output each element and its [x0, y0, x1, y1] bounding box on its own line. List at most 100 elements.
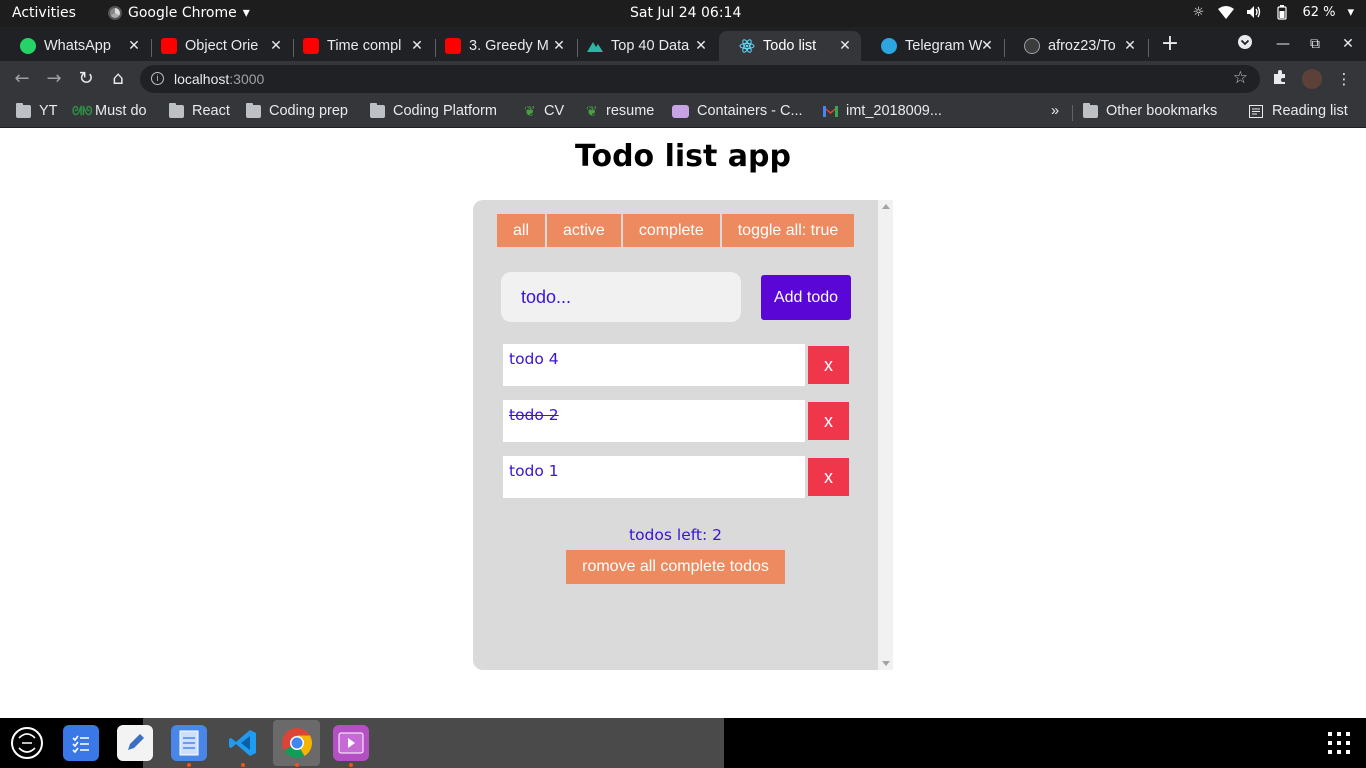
folder-icon — [169, 102, 184, 118]
filter-active-button[interactable]: active — [547, 214, 621, 247]
gnome-top-bar: Activities Google Chrome ▾ Sat Jul 24 06… — [0, 0, 1366, 27]
info-icon[interactable]: i — [151, 72, 164, 85]
filter-all-button[interactable]: all — [497, 214, 546, 247]
close-icon[interactable]: ✕ — [409, 37, 425, 53]
tab-greedy[interactable]: 3. Greedy M ✕ — [425, 31, 575, 61]
todo-text-completed[interactable]: todo 2 — [503, 400, 805, 442]
youtube-icon — [445, 38, 461, 54]
whatsapp-icon — [20, 38, 36, 54]
profile-avatar[interactable] — [1302, 69, 1322, 89]
close-icon[interactable]: ✕ — [693, 37, 709, 53]
close-window-button[interactable]: ✕ — [1338, 34, 1358, 54]
activities-button[interactable]: Activities — [12, 5, 76, 21]
tab-time-complexity[interactable]: Time compl ✕ — [283, 31, 433, 61]
card-scrollbar[interactable] — [878, 200, 893, 670]
url-text: localhost:3000 — [174, 71, 265, 87]
close-icon[interactable]: ✕ — [551, 37, 567, 53]
toggle-all-button[interactable]: toggle all: true — [721, 214, 855, 247]
close-icon[interactable]: ✕ — [268, 37, 284, 53]
bookmarks-overflow-button[interactable]: » — [1051, 103, 1059, 119]
delete-todo-button[interactable]: x — [808, 402, 849, 440]
tab-top-40-data[interactable]: Top 40 Data ✕ — [567, 31, 717, 61]
bookmark-label: Coding prep — [269, 103, 348, 119]
address-bar[interactable]: i localhost:3000 ☆ — [140, 65, 1260, 93]
reading-list[interactable]: Reading list — [1249, 103, 1348, 119]
folder-icon — [16, 102, 31, 118]
show-applications-icon[interactable] — [1328, 732, 1350, 754]
folder-icon — [1083, 102, 1098, 118]
bookmark-coding-platform[interactable]: Coding Platform — [370, 102, 497, 119]
ubuntu-logo-icon[interactable] — [9, 725, 45, 761]
telegram-icon — [881, 38, 897, 54]
vscode-icon[interactable] — [225, 725, 261, 767]
bookmark-containers[interactable]: Containers - C... — [672, 103, 803, 119]
app-menu[interactable]: Google Chrome ▾ — [108, 5, 250, 21]
forward-button[interactable]: → — [43, 68, 65, 90]
back-button[interactable]: ← — [11, 68, 33, 90]
bookmark-gmail[interactable]: imt_2018009... — [823, 103, 942, 119]
scroll-down-icon[interactable] — [882, 661, 890, 666]
overleaf-icon: ❦ — [586, 102, 598, 119]
battery-percent: 62 % — [1302, 4, 1336, 20]
filter-complete-button[interactable]: complete — [622, 214, 720, 247]
todo-input[interactable] — [501, 272, 741, 322]
bookmark-label: CV — [544, 103, 565, 119]
battery-icon — [1274, 4, 1290, 20]
tab-object-oriented[interactable]: Object Orie ✕ — [141, 31, 292, 61]
browser-toolbar: ← → ↻ ⌂ i localhost:3000 ☆ ⋮ — [0, 61, 1366, 97]
tab-github[interactable]: afroz23/To ✕ — [1004, 31, 1146, 61]
clock[interactable]: Sat Jul 24 06:14 — [630, 5, 741, 21]
filter-bar: all active complete toggle all: true — [497, 214, 855, 247]
chevron-down-icon: ▾ — [242, 5, 250, 21]
menu-kebab-icon[interactable]: ⋮ — [1334, 69, 1354, 89]
bookmark-must-do[interactable]: ᘛᘚ Must do — [72, 103, 147, 119]
bookmark-cv[interactable]: ❦ CV — [524, 103, 564, 119]
files-icon[interactable] — [171, 725, 207, 767]
new-tab-button[interactable]: + — [1158, 33, 1182, 57]
chrome-icon[interactable] — [279, 725, 315, 767]
minimize-button[interactable]: — — [1273, 34, 1293, 54]
folder-icon — [370, 102, 385, 118]
bookmark-label: resume — [606, 103, 655, 119]
extensions-icon[interactable] — [1270, 69, 1290, 89]
text-editor-icon[interactable] — [117, 725, 153, 761]
close-icon[interactable]: ✕ — [1122, 37, 1138, 53]
tab-todo-list[interactable]: Todo list ✕ — [719, 31, 861, 61]
close-icon[interactable]: ✕ — [979, 37, 995, 53]
bookmark-star-icon[interactable]: ☆ — [1233, 68, 1248, 88]
system-tray[interactable]: ☼ 62 % ▾ — [1190, 4, 1354, 20]
bookmark-yt[interactable]: YT — [16, 102, 58, 119]
remove-complete-button[interactable]: romove all complete todos — [566, 550, 785, 584]
home-button[interactable]: ⌂ — [107, 68, 129, 90]
todo-text[interactable]: todo 1 — [503, 456, 805, 498]
todo-item: todo 2 x — [503, 400, 849, 442]
scroll-up-icon[interactable] — [882, 204, 890, 209]
tasks-icon[interactable] — [63, 725, 99, 761]
bookmark-react[interactable]: React — [169, 102, 230, 119]
tab-whatsapp[interactable]: WhatsApp ✕ — [0, 31, 150, 61]
bookmark-label: Must do — [95, 103, 147, 119]
wifi-icon — [1218, 4, 1235, 20]
other-bookmarks[interactable]: Other bookmarks — [1083, 102, 1217, 119]
todo-text[interactable]: todo 4 — [503, 344, 805, 386]
reload-button[interactable]: ↻ — [75, 68, 97, 90]
media-player-icon[interactable] — [333, 725, 369, 767]
todo-item: todo 4 x — [503, 344, 849, 386]
bookmarks-bar: YT ᘛᘚ Must do React Coding prep Coding P… — [0, 97, 1366, 128]
bookmark-label: imt_2018009... — [846, 103, 942, 119]
tab-telegram[interactable]: Telegram W ✕ — [861, 31, 1003, 61]
bookmark-coding-prep[interactable]: Coding prep — [246, 102, 348, 119]
close-icon[interactable]: ✕ — [126, 37, 142, 53]
overleaf-icon: ❦ — [524, 102, 536, 119]
bookmark-label: YT — [39, 103, 58, 119]
todo-item: todo 1 x — [503, 456, 849, 498]
bookmark-resume[interactable]: ❦ resume — [586, 103, 654, 119]
delete-todo-button[interactable]: x — [808, 346, 849, 384]
add-todo-button[interactable]: Add todo — [761, 275, 851, 320]
react-icon — [739, 38, 755, 54]
delete-todo-button[interactable]: x — [808, 458, 849, 496]
tab-search-button[interactable] — [1235, 34, 1255, 54]
close-icon[interactable]: ✕ — [837, 37, 853, 53]
restore-button[interactable]: ⧉ — [1305, 34, 1325, 54]
github-icon — [1024, 38, 1040, 54]
